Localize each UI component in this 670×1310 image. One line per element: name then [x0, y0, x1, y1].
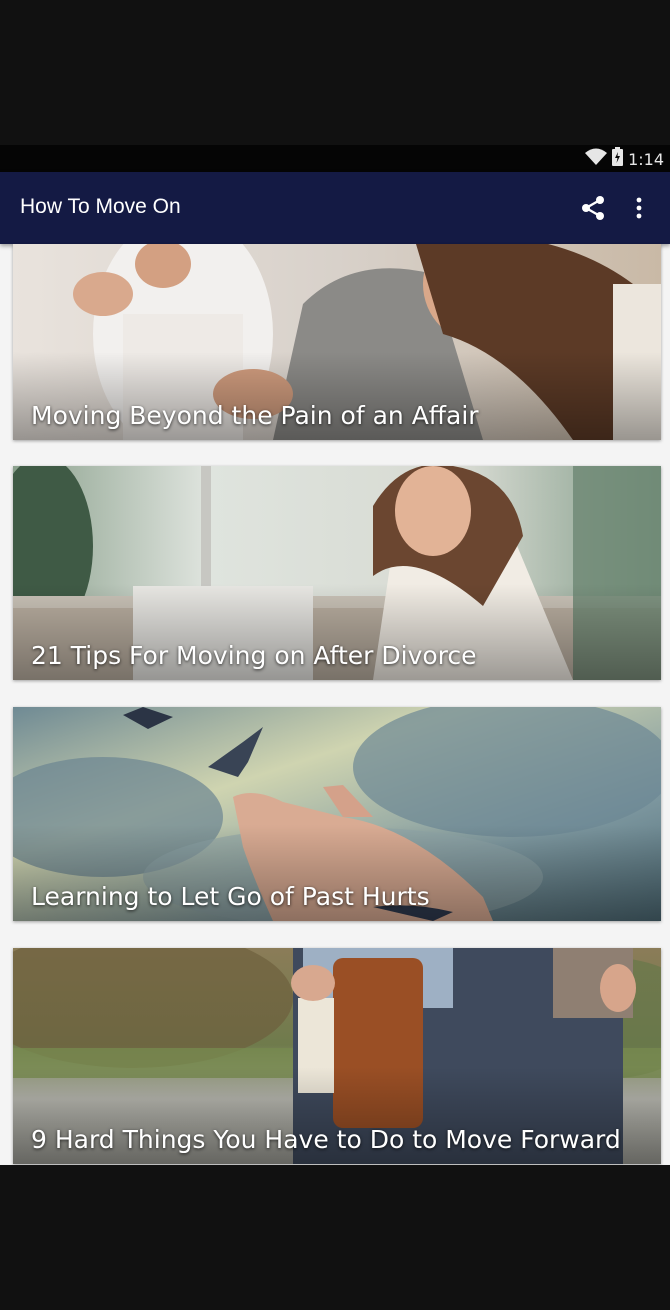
article-title: Moving Beyond the Pain of an Affair: [31, 401, 479, 430]
article-title: 9 Hard Things You Have to Do to Move For…: [31, 1125, 621, 1154]
article-card[interactable]: Learning to Let Go of Past Hurts: [13, 707, 661, 921]
article-title: 21 Tips For Moving on After Divorce: [31, 641, 477, 670]
article-title: Learning to Let Go of Past Hurts: [31, 882, 430, 911]
article-card[interactable]: Moving Beyond the Pain of an Affair: [13, 244, 661, 440]
app-bar: How To Move On: [0, 172, 670, 244]
more-vert-icon: [636, 197, 642, 219]
status-bar: 1:14: [0, 145, 670, 172]
article-card[interactable]: 21 Tips For Moving on After Divorce: [13, 466, 661, 680]
app-title: How To Move On: [20, 195, 181, 218]
more-options-button[interactable]: [621, 190, 657, 226]
share-button[interactable]: [575, 190, 611, 226]
share-icon: [582, 196, 604, 220]
battery-icon: [612, 147, 624, 171]
article-card[interactable]: 9 Hard Things You Have to Do to Move For…: [13, 948, 661, 1164]
status-time: 1:14: [628, 149, 664, 169]
app-screen: 1:14 How To Move On Moving Beyond the Pa…: [0, 145, 670, 1165]
wifi-icon: [585, 148, 608, 171]
